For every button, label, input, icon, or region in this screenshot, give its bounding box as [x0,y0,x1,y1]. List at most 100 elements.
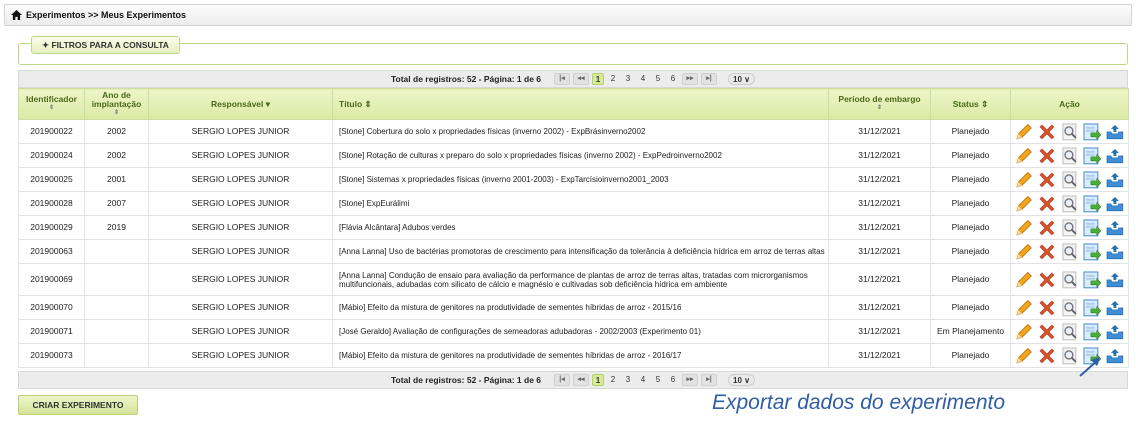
cell-title: [Anna Lanna] Uso de bactérias promotoras… [332,239,829,264]
pager-bottom-per-page-select[interactable]: 10 ∨ [728,374,756,386]
cell-title: [Stone] Sistemas x propriedades físicas … [332,167,829,192]
pager-top-per-page-select[interactable]: 10 ∨ [728,73,756,85]
pager-top-page-1[interactable]: 1 [592,73,605,85]
upload-tray-icon[interactable] [1105,346,1125,366]
view-magnifier-icon[interactable] [1060,146,1080,166]
upload-tray-icon[interactable] [1105,218,1125,238]
export-document-icon[interactable] [1082,194,1102,214]
cell-embargo: 31/12/2021 [828,295,931,320]
pager-bottom-page-3[interactable]: 3 [622,374,634,386]
pager-bottom-page-5[interactable]: 5 [652,374,664,386]
export-document-icon[interactable] [1082,270,1102,290]
col-header-embargo[interactable]: Período de embargo ⇕ [828,88,931,120]
create-experiment-button[interactable]: CRIAR EXPERIMENTO [18,395,138,415]
edit-pencil-icon[interactable] [1014,146,1034,166]
delete-x-icon[interactable] [1037,218,1057,238]
pager-bottom-prev-button[interactable]: ◂◂ [573,374,590,386]
cell-actions [1010,295,1129,320]
edit-pencil-icon[interactable] [1014,322,1034,342]
export-document-icon[interactable] [1082,218,1102,238]
pager-bottom-next-button[interactable]: ▸▸ [682,374,699,386]
pager-top-page-2[interactable]: 2 [607,73,619,85]
edit-pencil-icon[interactable] [1014,346,1034,366]
view-magnifier-icon[interactable] [1060,170,1080,190]
cell-title: [José Geraldo] Avaliação de configuraçõe… [332,319,829,344]
delete-x-icon[interactable] [1037,298,1057,318]
view-magnifier-icon[interactable] [1060,194,1080,214]
pager-bottom: Total de registros: 52 - Página: 1 de 6 |… [18,371,1128,389]
view-magnifier-icon[interactable] [1060,270,1080,290]
delete-x-icon[interactable] [1037,194,1057,214]
pager-top-next-button[interactable]: ▸▸ [682,73,699,85]
pager-bottom-page-2[interactable]: 2 [607,374,619,386]
action-icons [1014,146,1125,166]
pager-bottom-page-1[interactable]: 1 [592,374,605,386]
edit-pencil-icon[interactable] [1014,218,1034,238]
pager-top-page-5[interactable]: 5 [652,73,664,85]
cell-status: Planejado [930,343,1011,368]
view-magnifier-icon[interactable] [1060,218,1080,238]
cell-embargo: 31/12/2021 [828,167,931,192]
view-magnifier-icon[interactable] [1060,298,1080,318]
cell-title: [Stone] Rotação de culturas x preparo do… [332,143,829,168]
upload-tray-icon[interactable] [1105,170,1125,190]
pager-top-first-button[interactable]: |◂ [554,73,571,85]
export-document-icon[interactable] [1082,298,1102,318]
view-magnifier-icon[interactable] [1060,322,1080,342]
view-magnifier-icon[interactable] [1060,346,1080,366]
pager-top-page-6[interactable]: 6 [667,73,679,85]
delete-x-icon[interactable] [1037,346,1057,366]
pager-top-last-button[interactable]: ▸| [701,73,718,85]
cell-actions [1010,239,1129,264]
pager-bottom-page-6[interactable]: 6 [667,374,679,386]
export-document-icon[interactable] [1082,322,1102,342]
upload-tray-icon[interactable] [1105,146,1125,166]
home-icon[interactable] [11,10,22,20]
col-header-responsible[interactable]: Responsável ▾ [148,88,333,120]
col-header-id[interactable]: Identificador ⇕ [18,88,85,120]
delete-x-icon[interactable] [1037,146,1057,166]
edit-pencil-icon[interactable] [1014,270,1034,290]
export-document-icon[interactable] [1082,170,1102,190]
delete-x-icon[interactable] [1037,122,1057,142]
delete-x-icon[interactable] [1037,322,1057,342]
action-icons [1014,270,1125,290]
delete-x-icon[interactable] [1037,170,1057,190]
delete-x-icon[interactable] [1037,242,1057,262]
cell-id: 201900022 [18,119,85,144]
col-header-title[interactable]: Título ⇕ [332,88,829,120]
export-document-icon[interactable] [1082,146,1102,166]
pager-top-page-3[interactable]: 3 [622,73,634,85]
pager-bottom-page-4[interactable]: 4 [637,374,649,386]
col-header-status[interactable]: Status ⇕ [930,88,1011,120]
cell-year: 2019 [84,215,149,240]
delete-x-icon[interactable] [1037,270,1057,290]
upload-tray-icon[interactable] [1105,194,1125,214]
filters-toggle[interactable]: ✦ FILTROS PARA A CONSULTA [31,36,180,54]
view-magnifier-icon[interactable] [1060,122,1080,142]
pager-bottom-last-button[interactable]: ▸| [701,374,718,386]
export-document-icon[interactable] [1082,122,1102,142]
cell-id: 201900028 [18,191,85,216]
cell-responsible: SERGIO LOPES JUNIOR [148,239,333,264]
cell-id: 201900069 [18,263,85,296]
pager-top: Total de registros: 52 - Página: 1 de 6 |… [18,70,1128,88]
col-header-year[interactable]: Ano de implantação ⇕ [84,88,149,120]
upload-tray-icon[interactable] [1105,122,1125,142]
upload-tray-icon[interactable] [1105,270,1125,290]
edit-pencil-icon[interactable] [1014,194,1034,214]
edit-pencil-icon[interactable] [1014,170,1034,190]
edit-pencil-icon[interactable] [1014,122,1034,142]
pager-top-page-4[interactable]: 4 [637,73,649,85]
upload-tray-icon[interactable] [1105,242,1125,262]
upload-tray-icon[interactable] [1105,322,1125,342]
edit-pencil-icon[interactable] [1014,242,1034,262]
cell-embargo: 31/12/2021 [828,343,931,368]
upload-tray-icon[interactable] [1105,298,1125,318]
view-magnifier-icon[interactable] [1060,242,1080,262]
pager-top-prev-button[interactable]: ◂◂ [573,73,590,85]
export-document-icon[interactable] [1082,242,1102,262]
edit-pencil-icon[interactable] [1014,298,1034,318]
table-row: 201900063 SERGIO LOPES JUNIOR [Anna Lanna]… [18,239,1129,264]
pager-bottom-first-button[interactable]: |◂ [554,374,571,386]
